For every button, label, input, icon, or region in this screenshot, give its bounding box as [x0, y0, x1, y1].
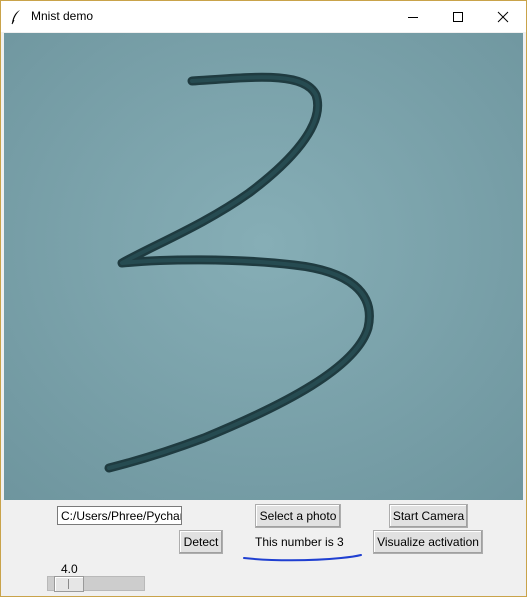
minimize-icon [408, 16, 418, 18]
select-photo-button[interactable]: Select a photo [255, 504, 341, 528]
scale-value: 4.0 [61, 562, 78, 576]
maximize-icon [453, 11, 463, 22]
start-camera-button[interactable]: Start Camera [389, 504, 468, 528]
maximize-button[interactable] [435, 1, 481, 32]
handwritten-digit-image [4, 33, 523, 500]
app-window: Mnist demo Select a [0, 0, 527, 597]
handdrawn-underline [243, 554, 362, 562]
digit-photo [4, 33, 523, 500]
path-entry[interactable] [57, 506, 182, 525]
window-title: Mnist demo [31, 9, 94, 23]
visualize-activation-button[interactable]: Visualize activation [373, 530, 483, 554]
minimize-button[interactable] [390, 1, 436, 32]
scale-slider-handle[interactable] [54, 576, 84, 592]
result-label: This number is 3 [255, 535, 344, 549]
close-button[interactable] [480, 1, 526, 32]
close-icon [497, 11, 509, 22]
detect-button[interactable]: Detect [179, 530, 223, 554]
feather-icon [11, 10, 20, 25]
